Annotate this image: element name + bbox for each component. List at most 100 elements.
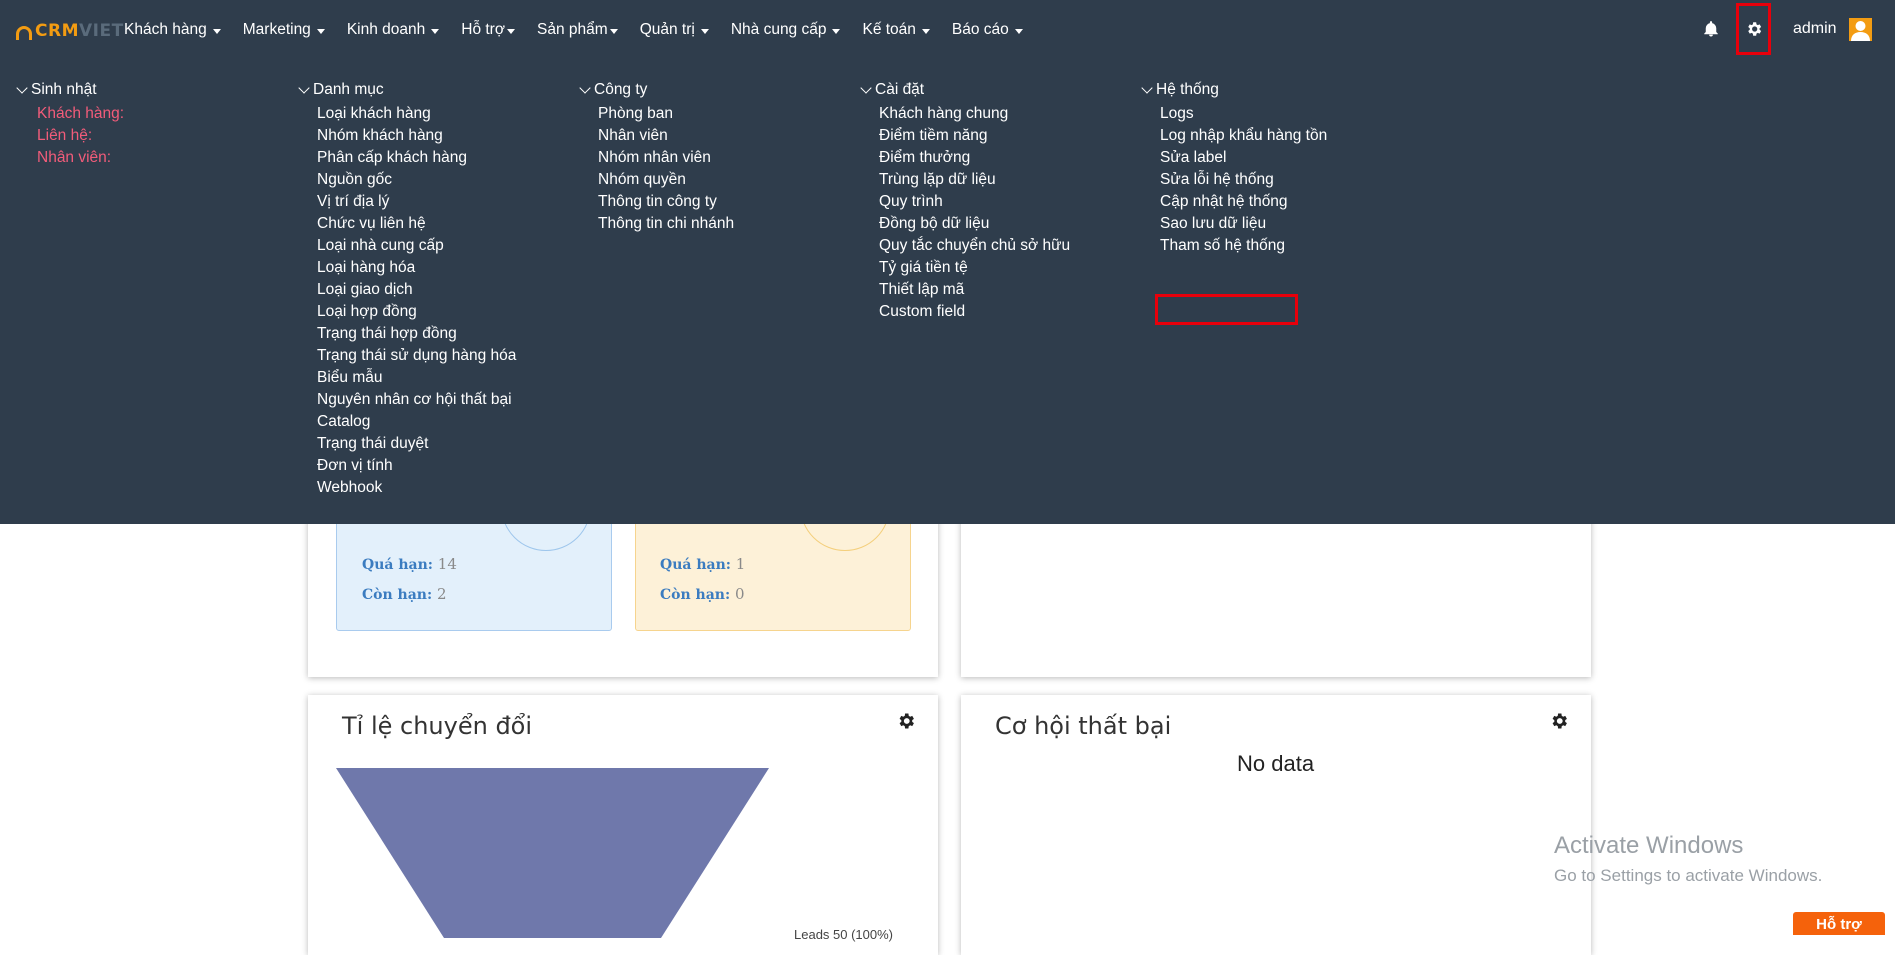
menu-link[interactable]: Trạng thái sử dụng hàng hóa bbox=[317, 345, 516, 367]
lost-settings-icon[interactable] bbox=[1549, 711, 1569, 731]
caret-down-icon bbox=[609, 28, 618, 34]
conversion-card: Tỉ lệ chuyển đổi Leads 50 (100%) bbox=[308, 695, 938, 955]
menu-link[interactable]: Phân cấp khách hàng bbox=[317, 147, 516, 169]
lost-opportunities-title: Cơ hội thất bại bbox=[995, 712, 1172, 740]
chevron-down-icon bbox=[579, 82, 591, 94]
menu-link[interactable]: Thiết lập mã bbox=[879, 279, 1070, 301]
menu-kinh-doanh[interactable]: Kinh doanh bbox=[347, 21, 440, 39]
stat-yellow-overdue: Quá hạn: 1 bbox=[660, 555, 746, 573]
menu-link[interactable]: Loại giao dịch bbox=[317, 279, 516, 301]
menu-link[interactable]: Nhóm khách hàng bbox=[317, 125, 516, 147]
menu-link[interactable]: Loại nhà cung cấp bbox=[317, 235, 516, 257]
group-cong-ty: Công ty Phòng ban Nhân viên Nhóm nhân vi… bbox=[579, 80, 734, 235]
top-navbar: CRM VIET Khách hàng Marketing Kinh doanh… bbox=[0, 0, 1895, 60]
activate-windows-subtitle: Go to Settings to activate Windows. bbox=[1554, 866, 1823, 885]
menu-ho-tro[interactable]: Hỗ trợ bbox=[461, 21, 516, 39]
caret-down-icon bbox=[700, 28, 709, 34]
menu-ke-toan[interactable]: Kế toán bbox=[862, 21, 930, 39]
caret-down-icon bbox=[832, 28, 841, 34]
menu-link[interactable]: Nguyên nhân cơ hội thất bại bbox=[317, 389, 516, 411]
user-name[interactable]: admin bbox=[1793, 20, 1837, 38]
menu-link[interactable]: Custom field bbox=[879, 301, 1070, 323]
system-parameters-link[interactable]: Tham số hệ thống bbox=[1160, 235, 1327, 257]
menu-link[interactable]: Thông tin công ty bbox=[598, 191, 734, 213]
gear-icon bbox=[1747, 22, 1761, 36]
app-logo[interactable]: CRM VIET bbox=[16, 20, 124, 42]
caret-down-icon bbox=[507, 28, 516, 34]
menu-link[interactable]: Quy tắc chuyển chủ sở hữu bbox=[879, 235, 1070, 257]
birthday-customers[interactable]: Khách hàng: bbox=[37, 103, 124, 125]
menu-link[interactable]: Biểu mẫu bbox=[317, 367, 516, 389]
caret-down-icon bbox=[431, 28, 440, 34]
group-he-thong: Hệ thống Logs Log nhập khẩu hàng tồn Sửa… bbox=[1141, 80, 1327, 257]
group-cai-dat-header[interactable]: Cài đặt bbox=[860, 80, 1070, 100]
menu-link[interactable]: Nhóm nhân viên bbox=[598, 147, 734, 169]
logo-text-crm: CRM bbox=[35, 21, 79, 41]
menu-link[interactable]: Log nhập khẩu hàng tồn bbox=[1160, 125, 1327, 147]
menu-link[interactable]: Loại hàng hóa bbox=[317, 257, 516, 279]
menu-link[interactable]: Đơn vị tính bbox=[317, 455, 516, 477]
menu-link[interactable]: Sửa lỗi hệ thống bbox=[1160, 169, 1327, 191]
menu-link[interactable]: Loại hợp đồng bbox=[317, 301, 516, 323]
group-sinh-nhat-header[interactable]: Sinh nhật bbox=[16, 80, 124, 100]
chevron-down-icon bbox=[860, 82, 872, 94]
lost-opportunities-card: Cơ hội thất bại No data bbox=[961, 695, 1591, 955]
stat-yellow-remaining: Còn hạn: 0 bbox=[660, 585, 745, 603]
menu-link[interactable]: Sửa label bbox=[1160, 147, 1327, 169]
bell-icon[interactable] bbox=[1702, 18, 1720, 40]
user-avatar-icon bbox=[1851, 21, 1870, 41]
menu-link[interactable]: Trùng lặp dữ liệu bbox=[879, 169, 1070, 191]
menu-quan-tri[interactable]: Quản trị bbox=[640, 21, 709, 39]
menu-khach-hang[interactable]: Khách hàng bbox=[124, 21, 221, 39]
menu-link[interactable]: Khách hàng chung bbox=[879, 103, 1070, 125]
menu-link[interactable]: Sao lưu dữ liệu bbox=[1160, 213, 1327, 235]
menu-link[interactable]: Nhóm quyền bbox=[598, 169, 734, 191]
conversion-title: Tỉ lệ chuyển đổi bbox=[342, 712, 533, 740]
group-danh-muc-header[interactable]: Danh mục bbox=[298, 80, 516, 100]
conversion-funnel bbox=[336, 768, 769, 938]
menu-link[interactable]: Vị trí địa lý bbox=[317, 191, 516, 213]
menu-link[interactable]: Trạng thái duyệt bbox=[317, 433, 516, 455]
group-sinh-nhat-items: Khách hàng: Liên hệ: Nhân viên: bbox=[37, 103, 124, 169]
birthday-contacts[interactable]: Liên hệ: bbox=[37, 125, 124, 147]
funnel-segment-leads bbox=[336, 768, 769, 938]
menu-link[interactable]: Nhân viên bbox=[598, 125, 734, 147]
menu-link[interactable]: Cập nhật hệ thống bbox=[1160, 191, 1327, 213]
activate-windows-title: Activate Windows bbox=[1554, 832, 1744, 859]
chevron-down-icon bbox=[298, 82, 310, 94]
chevron-down-icon bbox=[16, 82, 28, 94]
birthday-employees[interactable]: Nhân viên: bbox=[37, 147, 124, 169]
conversion-settings-icon[interactable] bbox=[896, 711, 916, 731]
logo-text-viet: VIET bbox=[78, 21, 124, 41]
menu-link[interactable]: Điểm tiềm năng bbox=[879, 125, 1070, 147]
settings-mega-menu: Sinh nhật Khách hàng: Liên hệ: Nhân viên… bbox=[0, 60, 1895, 524]
menu-link[interactable]: Logs bbox=[1160, 103, 1327, 125]
caret-down-icon bbox=[212, 28, 221, 34]
menu-link[interactable]: Nguồn gốc bbox=[317, 169, 516, 191]
menu-bao-cao[interactable]: Báo cáo bbox=[952, 21, 1023, 39]
avatar[interactable] bbox=[1849, 18, 1872, 41]
menu-link[interactable]: Chức vụ liên hệ bbox=[317, 213, 516, 235]
support-button[interactable]: Hỗ trợ bbox=[1793, 912, 1885, 935]
caret-down-icon bbox=[1014, 28, 1023, 34]
group-cong-ty-header[interactable]: Công ty bbox=[579, 80, 734, 100]
menu-marketing[interactable]: Marketing bbox=[243, 21, 325, 39]
settings-button[interactable] bbox=[1736, 3, 1771, 55]
menu-san-pham[interactable]: Sản phẩm bbox=[537, 21, 618, 39]
group-cai-dat-items: Khách hàng chung Điểm tiềm năng Điểm thư… bbox=[879, 103, 1070, 323]
group-cong-ty-items: Phòng ban Nhân viên Nhóm nhân viên Nhóm … bbox=[598, 103, 734, 235]
menu-link[interactable]: Tỷ giá tiền tệ bbox=[879, 257, 1070, 279]
menu-link[interactable]: Điểm thưởng bbox=[879, 147, 1070, 169]
menu-link[interactable]: Trạng thái hợp đồng bbox=[317, 323, 516, 345]
menu-nha-cung-cap[interactable]: Nhà cung cấp bbox=[731, 21, 841, 39]
group-he-thong-header[interactable]: Hệ thống bbox=[1141, 80, 1327, 100]
menu-link[interactable]: Loại khách hàng bbox=[317, 103, 516, 125]
menu-link[interactable]: Phòng ban bbox=[598, 103, 734, 125]
stat-blue-overdue: Quá hạn: 14 bbox=[362, 555, 457, 573]
menu-link[interactable]: Webhook bbox=[317, 477, 516, 499]
group-cai-dat: Cài đặt Khách hàng chung Điểm tiềm năng … bbox=[860, 80, 1070, 323]
menu-link[interactable]: Đồng bộ dữ liệu bbox=[879, 213, 1070, 235]
menu-link[interactable]: Thông tin chi nhánh bbox=[598, 213, 734, 235]
menu-link[interactable]: Catalog bbox=[317, 411, 516, 433]
menu-link[interactable]: Quy trình bbox=[879, 191, 1070, 213]
